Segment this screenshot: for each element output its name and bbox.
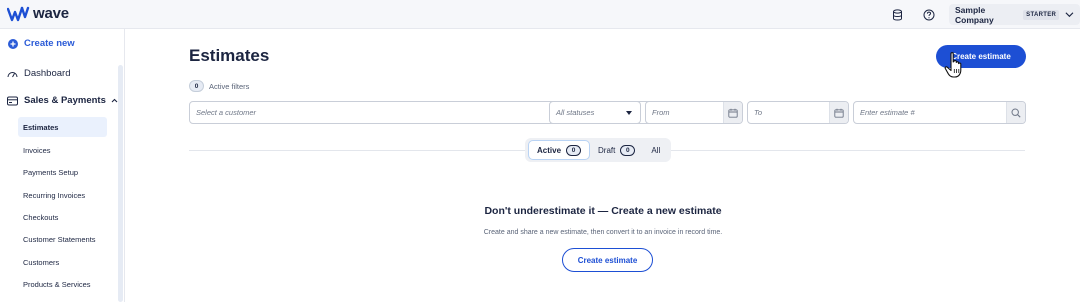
receipt-icon xyxy=(7,96,18,105)
tab-count: 0 xyxy=(620,144,636,156)
logo-text: wave xyxy=(33,5,69,22)
company-name: Sample Company xyxy=(955,4,994,25)
status-select[interactable]: All statuses xyxy=(549,101,641,124)
sidebar-item-label: Sales & Payments xyxy=(24,95,106,106)
sidebar-item-estimates[interactable]: Estimates xyxy=(18,117,107,137)
search-icon[interactable] xyxy=(1006,102,1025,123)
empty-state-title: Don't underestimate it — Create a new es… xyxy=(484,205,722,217)
empty-state-subtitle: Create and share a new estimate, then co… xyxy=(483,229,723,236)
sidebar-item-sales-payments[interactable]: Sales & Payments xyxy=(7,95,118,106)
page-title: Estimates xyxy=(189,46,270,65)
tab-active[interactable]: Active 0 xyxy=(528,140,591,160)
tab-label: Draft xyxy=(598,145,616,155)
to-date-input[interactable]: To xyxy=(747,101,849,124)
from-date-placeholder: From xyxy=(652,108,670,117)
sidebar-scrollbar[interactable] xyxy=(118,65,123,302)
company-switcher[interactable]: Sample Company STARTER xyxy=(949,4,1080,25)
sidebar-item-products-services[interactable]: Products & Services xyxy=(18,274,107,294)
from-date-input[interactable]: From xyxy=(645,101,743,124)
calendar-icon[interactable] xyxy=(723,102,742,123)
sidebar-item-label: Dashboard xyxy=(24,68,71,79)
tab-label: All xyxy=(651,145,661,155)
status-select-value: All statuses xyxy=(556,108,595,117)
tab-count: 0 xyxy=(566,144,582,156)
main-content: Estimates Create estimate 0 Active filte… xyxy=(126,29,1080,302)
sidebar-item-customers[interactable]: Customers xyxy=(18,252,107,272)
active-filters-count: 0 xyxy=(189,80,204,92)
top-bar: wave Sample Company STARTER xyxy=(0,0,1080,29)
create-new-label: Create new xyxy=(24,38,75,49)
to-date-placeholder: To xyxy=(754,108,763,117)
sidebar-item-recurring-invoices[interactable]: Recurring Invoices xyxy=(18,185,107,205)
sidebar-item-customer-statements[interactable]: Customer Statements xyxy=(18,229,107,249)
tab-draft[interactable]: Draft 0 xyxy=(590,140,643,160)
database-icon[interactable] xyxy=(888,5,907,24)
plan-badge: STARTER xyxy=(1023,9,1060,20)
caret-down-icon xyxy=(626,110,632,115)
sidebar: Create new Dashboard Sales & Payments Es… xyxy=(0,29,125,302)
sidebar-item-payments-setup[interactable]: Payments Setup xyxy=(18,162,107,182)
hand-cursor-icon xyxy=(944,52,962,78)
sidebar-item-checkouts[interactable]: Checkouts xyxy=(18,207,107,227)
help-icon[interactable] xyxy=(919,5,938,24)
estimate-number-placeholder: Enter estimate # xyxy=(860,108,915,117)
plus-circle-icon xyxy=(8,38,18,49)
active-filters-label: Active filters xyxy=(209,81,250,91)
empty-state-create-estimate-button[interactable]: Create estimate xyxy=(562,248,653,272)
sidebar-item-invoices[interactable]: Invoices xyxy=(18,140,107,160)
create-new-button[interactable]: Create new xyxy=(8,38,75,49)
gauge-icon xyxy=(7,72,18,78)
tab-all[interactable]: All xyxy=(643,140,668,160)
active-filters[interactable]: 0 Active filters xyxy=(189,80,249,92)
wave-logo-icon xyxy=(7,6,30,22)
wave-logo[interactable]: wave xyxy=(7,5,69,22)
tab-label: Active xyxy=(537,145,562,155)
chevron-down-icon xyxy=(1065,12,1074,18)
sidebar-item-dashboard[interactable]: Dashboard xyxy=(7,68,70,79)
chevron-up-icon xyxy=(111,98,118,103)
calendar-icon[interactable] xyxy=(829,102,848,123)
status-tabs: Active 0 Draft 0 All xyxy=(525,138,672,162)
estimate-number-input[interactable]: Enter estimate # xyxy=(853,101,1026,124)
